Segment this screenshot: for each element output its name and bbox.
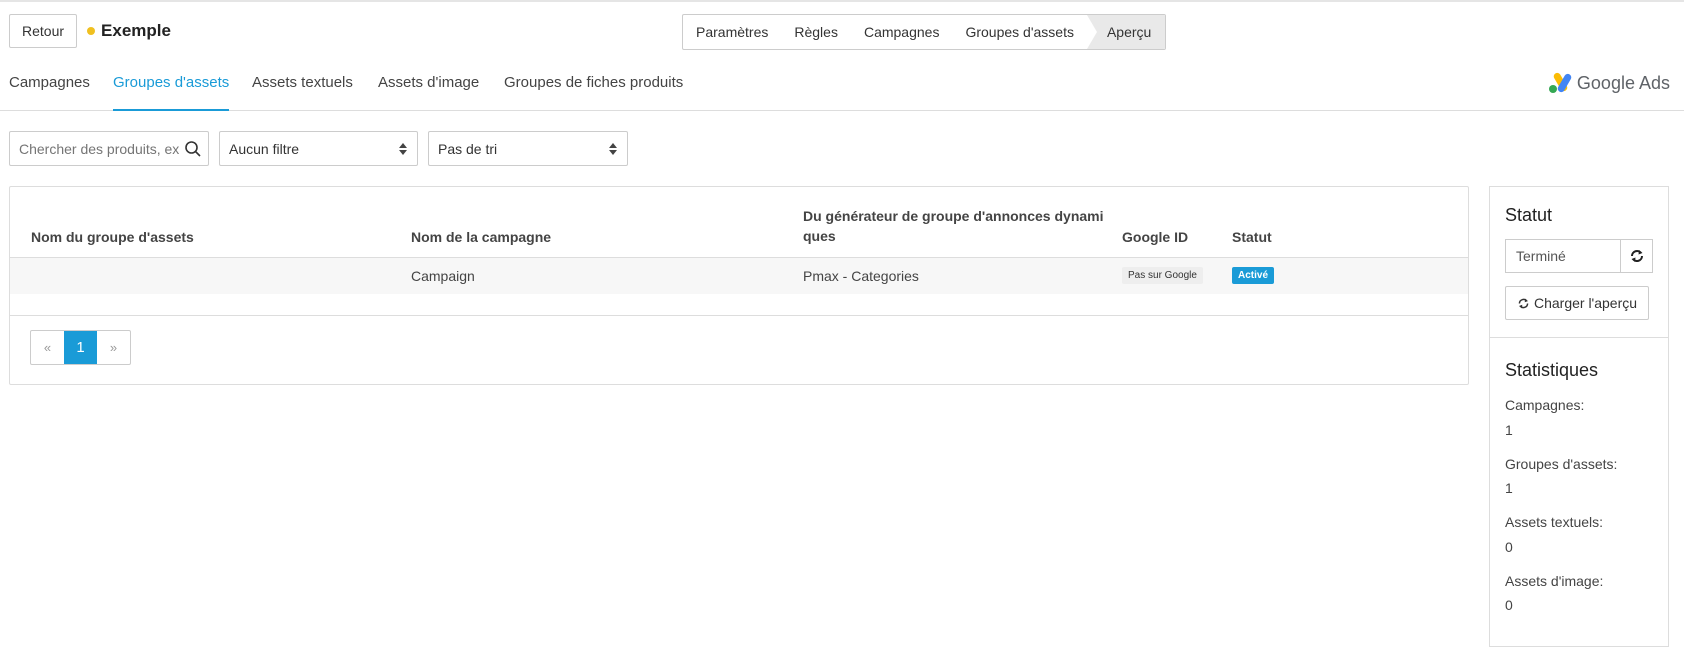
tab-assets-image[interactable]: Assets d'image	[378, 74, 479, 111]
google-ads-icon	[1548, 72, 1572, 93]
filter-select[interactable]: Aucun filtre	[219, 131, 418, 166]
refresh-icon	[1630, 250, 1643, 262]
search-input[interactable]	[19, 140, 184, 157]
column-header-campaign[interactable]: Nom de la campagne	[411, 229, 551, 245]
top-divider	[0, 0, 1684, 2]
stat-label-assets-textuels: Assets textuels:	[1505, 514, 1604, 530]
tab-groupes-assets[interactable]: Groupes d'assets	[113, 74, 230, 111]
project-title: Exemple	[101, 21, 171, 40]
stat-value-assets-image: 0	[1505, 597, 1513, 613]
stat-label-assets-image: Assets d'image:	[1505, 573, 1604, 589]
status-value: Terminé	[1505, 239, 1620, 273]
page-header: Retour Exemple	[9, 14, 171, 48]
stat-label-campagnes: Campagnes:	[1505, 397, 1585, 413]
load-preview-button[interactable]: Charger l'aperçu	[1505, 286, 1649, 320]
table-footer-divider	[10, 315, 1468, 316]
stat-value-campagnes: 1	[1505, 422, 1513, 438]
google-id-badge: Pas sur Google	[1122, 267, 1203, 284]
step-campagnes[interactable]: Campagnes	[851, 15, 953, 49]
status-dot	[87, 27, 96, 35]
table-row[interactable]: Campaign Pmax - Categories Pas sur Googl…	[10, 257, 1468, 294]
google-ads-logo: Google Ads	[1548, 72, 1670, 94]
stat-value-groupes-assets: 1	[1505, 480, 1513, 496]
sort-select[interactable]: Pas de tri	[428, 131, 628, 166]
filter-toolbar: Aucun filtre Pas de tri	[9, 131, 628, 166]
load-preview-label: Charger l'aperçu	[1533, 295, 1638, 311]
tab-assets-textuels[interactable]: Assets textuels	[252, 74, 353, 111]
status-title: Statut	[1505, 205, 1553, 225]
step-groupes-assets[interactable]: Groupes d'assets	[952, 15, 1087, 49]
column-header-generator-line2: ques	[803, 228, 836, 244]
step-parametres[interactable]: Paramètres	[683, 15, 781, 49]
refresh-status-button[interactable]	[1620, 239, 1653, 273]
column-header-generator-line1: Du générateur de groupe d'annonces dynam…	[803, 208, 1104, 224]
pagination-next[interactable]: »	[97, 331, 130, 364]
wizard-steps: Paramètres Règles Campagnes Groupes d'as…	[682, 14, 1167, 50]
filter-select-value: Aucun filtre	[229, 140, 300, 157]
search-icon[interactable]	[184, 140, 202, 158]
status-field: Terminé	[1505, 239, 1653, 273]
tab-campagnes[interactable]: Campagnes	[9, 74, 90, 111]
step-regles[interactable]: Règles	[781, 15, 851, 49]
column-header-status[interactable]: Statut	[1232, 229, 1272, 245]
select-arrows-icon	[399, 142, 407, 155]
column-header-generator[interactable]: Du générateur de groupe d'annonces dynam…	[803, 208, 1104, 244]
search-box	[9, 131, 209, 166]
refresh-icon	[1518, 298, 1529, 308]
pagination-prev[interactable]: «	[31, 331, 64, 364]
cell-generator: Pmax - Categories	[803, 268, 919, 284]
column-header-name[interactable]: Nom du groupe d'assets	[31, 229, 194, 245]
cell-campaign: Campaign	[411, 268, 475, 284]
tab-bar: Campagnes Groupes d'assets Assets textue…	[0, 60, 1684, 111]
google-ads-label: Google Ads	[1576, 72, 1670, 93]
tab-groupes-fiches-produits[interactable]: Groupes de fiches produits	[504, 74, 683, 111]
sidebar-divider	[1490, 337, 1668, 338]
stats-title: Statistiques	[1505, 360, 1599, 380]
sidebar-panel: Statut Terminé Charger l'aperçu Statisti…	[1489, 186, 1669, 647]
asset-groups-table: Nom du groupe d'assets Nom de la campagn…	[9, 186, 1469, 385]
column-header-google-id[interactable]: Google ID	[1122, 229, 1188, 245]
stat-label-groupes-assets: Groupes d'assets:	[1505, 456, 1618, 472]
select-arrows-icon	[609, 142, 617, 155]
pagination: « 1 »	[30, 330, 131, 365]
pagination-page-1[interactable]: 1	[64, 331, 97, 364]
stat-value-assets-textuels: 0	[1505, 539, 1513, 555]
step-apercu[interactable]: Aperçu	[1086, 15, 1166, 49]
status-badge: Activé	[1232, 267, 1275, 284]
back-button[interactable]: Retour	[9, 14, 78, 48]
sort-select-value: Pas de tri	[438, 140, 498, 157]
